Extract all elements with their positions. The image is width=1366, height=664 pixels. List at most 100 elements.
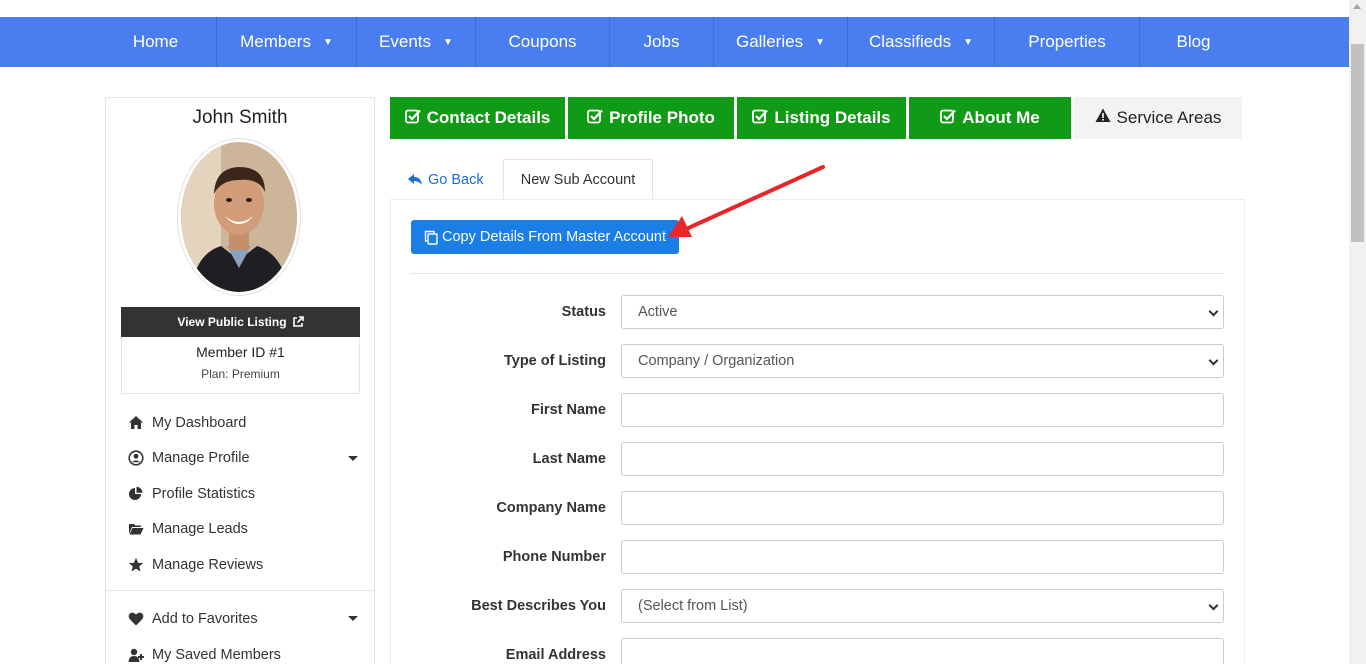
chevron-down-icon (1208, 355, 1219, 366)
first-name-field[interactable] (621, 393, 1224, 427)
email-address-field[interactable] (621, 638, 1224, 664)
sidebar-item-label: Profile Statistics (152, 485, 256, 502)
caret-down-icon: ▼ (963, 36, 974, 48)
sidebar-divider (106, 590, 374, 591)
nav-item-label: Home (132, 32, 179, 51)
sidebar-item-label: My Dashboard (152, 414, 247, 431)
caret-down-icon[interactable] (348, 616, 358, 621)
nav-item-label: Coupons (508, 32, 577, 51)
status-row: Status Active (410, 295, 1224, 329)
best-describes-label: Best Describes You (471, 598, 606, 614)
type-of-listing-value: Company / Organization (638, 353, 795, 369)
step-label: About Me (962, 108, 1040, 127)
nav-item-jobs[interactable]: Jobs (610, 17, 714, 67)
tab-new-sub-account[interactable]: New Sub Account (503, 159, 653, 200)
member-plan: Plan: Premium (201, 367, 280, 381)
external-link-icon (292, 316, 304, 327)
nav-item-classifieds[interactable]: Classifieds ▼ (848, 17, 995, 67)
heart-icon (128, 611, 144, 627)
step-contact-details[interactable]: Contact Details (390, 97, 565, 139)
nav-item-members[interactable]: Members ▼ (217, 17, 357, 67)
status-select[interactable]: Active (621, 295, 1224, 329)
reply-arrow-icon (408, 173, 422, 185)
avatar-photo (181, 142, 297, 292)
nav-item-label: Events (379, 32, 432, 51)
sidebar-item-manage-profile[interactable]: Manage Profile (128, 441, 358, 477)
status-label: Status (561, 304, 606, 320)
last-name-row: Last Name (410, 442, 1224, 476)
caret-down-icon: ▼ (815, 36, 825, 48)
sidebar-item-my-saved-members[interactable]: My Saved Members (128, 637, 358, 664)
phone-number-field[interactable] (621, 540, 1224, 574)
top-nav-list: Home Members ▼ Events ▼ Coupons Jobs Galleries ▼… (95, 17, 1247, 67)
email-address-row: Email Address (410, 638, 1224, 664)
page-scrollbar[interactable] (1349, 0, 1366, 664)
copy-details-button[interactable]: Copy Details From Master Account (411, 220, 679, 254)
status-value: Active (638, 304, 678, 320)
warning-icon (1095, 108, 1111, 128)
sidebar-item-profile-statistics[interactable]: Profile Statistics (128, 476, 358, 512)
sidebar-item-my-dashboard[interactable]: My Dashboard (128, 405, 358, 441)
company-name-field[interactable] (621, 491, 1224, 525)
home-icon (128, 415, 144, 431)
nav-item-coupons[interactable]: Coupons (476, 17, 610, 67)
sidebar-menu-secondary: Add to Favorites My Saved Members (128, 601, 358, 664)
member-id: Member ID #1 (196, 344, 285, 360)
type-of-listing-select[interactable]: Company / Organization (621, 344, 1224, 378)
type-of-listing-label: Type of Listing (503, 353, 606, 369)
nav-item-home[interactable]: Home (95, 17, 217, 67)
nav-item-label: Classifieds (868, 32, 952, 51)
last-name-label: Last Name (532, 451, 606, 467)
profile-name: John Smith (192, 107, 288, 128)
copy-icon (424, 230, 438, 245)
best-describes-row: Best Describes You (Select from List) (410, 589, 1224, 623)
step-profile-photo[interactable]: Profile Photo (568, 97, 734, 139)
sidebar-item-label: Add to Favorites (152, 611, 258, 627)
nav-item-blog[interactable]: Blog (1140, 17, 1247, 67)
check-square-icon (940, 108, 957, 129)
nav-item-galleries[interactable]: Galleries ▼ (714, 17, 848, 67)
check-square-icon (587, 108, 603, 129)
nav-item-label: Members (240, 32, 311, 51)
step-label: Contact Details (426, 108, 551, 127)
step-label: Listing Details (774, 108, 891, 127)
step-about-me[interactable]: About Me (909, 97, 1071, 139)
chevron-down-icon (1208, 306, 1219, 317)
last-name-field[interactable] (621, 442, 1224, 476)
nav-item-properties[interactable]: Properties (995, 17, 1140, 67)
step-label: Service Areas (1116, 108, 1222, 127)
sidebar-item-label: My Saved Members (152, 647, 281, 663)
phone-number-row: Phone Number (410, 540, 1224, 574)
avatar (178, 139, 300, 295)
form-divider (410, 273, 1224, 274)
nav-item-label: Blog (1176, 32, 1211, 51)
view-listing-label: View Public Listing (177, 315, 287, 329)
view-public-listing-button[interactable]: View Public Listing (121, 307, 360, 337)
caret-down-icon: ▼ (322, 36, 333, 48)
scrollbar-thumb[interactable] (1351, 44, 1364, 242)
user-circle-icon (128, 450, 144, 466)
user-plus-icon (128, 647, 144, 663)
type-of-listing-row: Type of Listing Company / Organization (410, 344, 1224, 378)
first-name-label: First Name (531, 402, 606, 418)
nav-item-label: Properties (1028, 32, 1106, 51)
step-listing-details[interactable]: Listing Details (737, 97, 906, 139)
company-name-label: Company Name (496, 500, 606, 516)
step-service-areas[interactable]: Service Areas (1074, 97, 1242, 139)
best-describes-value: (Select from List) (638, 598, 748, 614)
caret-down-icon[interactable] (348, 455, 358, 461)
email-address-label: Email Address (505, 647, 606, 663)
sidebar-item-manage-reviews[interactable]: Manage Reviews (128, 547, 358, 583)
top-nav: Home Members ▼ Events ▼ Coupons Jobs Galleries ▼… (0, 17, 1349, 67)
chevron-down-icon (1208, 600, 1219, 611)
scroll-up-arrow-icon[interactable] (1353, 4, 1361, 9)
phone-number-label: Phone Number (502, 549, 606, 565)
star-icon (128, 557, 144, 573)
best-describes-select[interactable]: (Select from List) (621, 589, 1224, 623)
nav-item-events[interactable]: Events ▼ (357, 17, 476, 67)
sidebar-item-manage-leads[interactable]: Manage Leads (128, 512, 358, 548)
sidebar-item-add-to-favorites[interactable]: Add to Favorites (128, 601, 358, 637)
sidebar-item-label: Manage Leads (152, 521, 248, 538)
go-back-tab[interactable]: Go Back (390, 159, 503, 200)
copy-details-label: Copy Details From Master Account (441, 229, 667, 245)
